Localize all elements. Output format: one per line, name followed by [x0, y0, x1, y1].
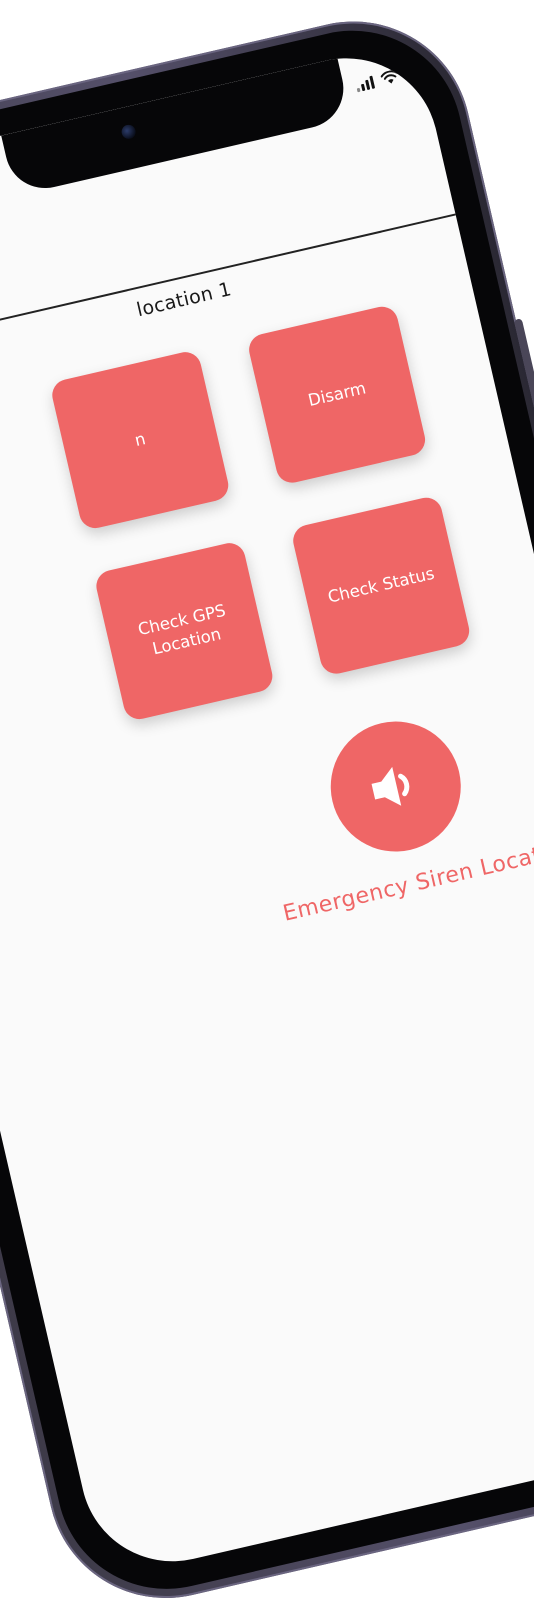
- disarm-button[interactable]: Disarm: [245, 303, 429, 486]
- status-bar: [354, 61, 434, 93]
- cellular-signal-icon: [354, 75, 376, 93]
- check-gps-label: Check GPS Location: [136, 600, 228, 659]
- emergency-siren-button[interactable]: [317, 708, 474, 865]
- wifi-icon: [380, 70, 399, 84]
- app-screen: location 1 n Disarm Check GPS Location C…: [0, 40, 534, 1580]
- check-status-label: Check Status: [326, 563, 437, 607]
- phone-bezel: location 1 n Disarm Check GPS Location C…: [0, 8, 534, 1611]
- left-partial-label: n: [132, 429, 148, 450]
- check-gps-location-button[interactable]: Check GPS Location: [93, 539, 276, 723]
- battery-level: [408, 66, 424, 78]
- front-camera: [120, 123, 138, 141]
- left-partial-button[interactable]: n: [49, 348, 232, 532]
- phone-notch: [1, 58, 352, 197]
- speaker-icon: [371, 766, 410, 806]
- phone-mockup: location 1 n Disarm Check GPS Location C…: [0, 0, 534, 1622]
- battery-icon: [405, 61, 434, 81]
- disarm-label: Disarm: [306, 378, 368, 410]
- check-status-button[interactable]: Check Status: [290, 494, 473, 677]
